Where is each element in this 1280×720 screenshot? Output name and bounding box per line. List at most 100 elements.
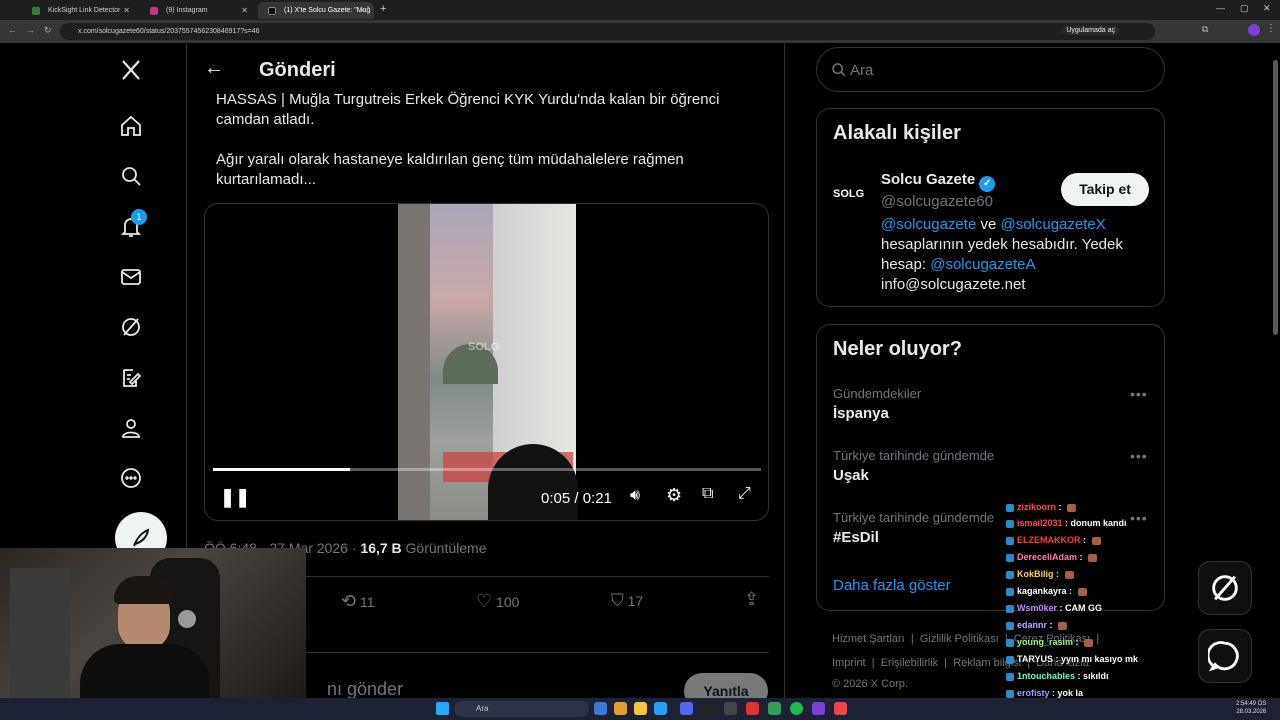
- user-handle[interactable]: @solcugazete60: [881, 193, 993, 210]
- menu-icon[interactable]: ⋮: [1266, 23, 1276, 34]
- search-input[interactable]: Ara: [850, 62, 873, 79]
- taskbar-spotify-icon[interactable]: [790, 702, 803, 715]
- close-icon[interactable]: ✕: [359, 6, 366, 15]
- video-player[interactable]: SOLG ❚❚ 0:05 / 0:21 🔊︎ ⚙ ⧉ ⤢: [204, 203, 769, 521]
- follow-button[interactable]: Takip et: [1061, 173, 1149, 206]
- footer-terms-link[interactable]: Hizmet Şartları: [832, 633, 905, 645]
- chat-username[interactable]: 1ntouchables: [1017, 671, 1075, 681]
- window-close-icon[interactable]: ✕: [1263, 3, 1271, 14]
- trend-item[interactable]: Türkiye tarihinde gündemde #EsDil: [833, 510, 994, 546]
- tab-favicon: [32, 7, 40, 15]
- grok-icon[interactable]: [118, 314, 144, 340]
- trend-item[interactable]: Türkiye tarihinde gündemde Uşak: [833, 448, 994, 484]
- close-icon[interactable]: ✕: [241, 6, 248, 15]
- explore-search-icon[interactable]: [118, 163, 144, 189]
- taskbar-clock[interactable]: 2:54:49 ÖS 28.03.2026: [1236, 700, 1266, 716]
- notification-count-badge: 1: [131, 209, 147, 225]
- close-icon[interactable]: ✕: [123, 6, 130, 15]
- share-icon[interactable]: ⇪: [744, 589, 759, 610]
- footer-privacy-link[interactable]: Gizlilik Politikası: [920, 633, 999, 645]
- bio-mention-link[interactable]: @solcugazeteX: [1000, 216, 1105, 233]
- taskbar-app-icon[interactable]: [594, 702, 607, 715]
- minimize-icon[interactable]: —: [1216, 3, 1225, 13]
- chat-message: erofisty : yok la: [1006, 688, 1083, 698]
- chat-username[interactable]: erofisty: [1017, 688, 1050, 698]
- picture-in-picture-icon[interactable]: ⧉: [702, 485, 713, 503]
- chat-username[interactable]: ismail2031: [1017, 518, 1063, 528]
- chat-username[interactable]: edannr: [1017, 620, 1047, 630]
- forward-icon[interactable]: →: [26, 25, 35, 35]
- taskbar-app-icon[interactable]: [768, 702, 781, 715]
- new-tab-icon[interactable]: +: [380, 3, 386, 15]
- search-icon: [832, 63, 846, 77]
- user-display-name[interactable]: Solcu Gazete ✓: [881, 171, 996, 192]
- chat-username[interactable]: zizikoorn: [1017, 502, 1056, 512]
- tab-kicksight[interactable]: KickSight Link Detector ✕: [22, 2, 138, 19]
- taskbar-app-icon[interactable]: [812, 702, 825, 715]
- bookmark-button[interactable]: ⛉ 17: [611, 591, 643, 611]
- windows-start-icon[interactable]: [436, 702, 449, 715]
- repost-button[interactable]: ⟲ 11: [341, 591, 375, 612]
- chat-username[interactable]: KokBilig: [1017, 569, 1054, 579]
- bio-mention-link[interactable]: @solcugazete: [881, 216, 976, 233]
- profile-avatar[interactable]: [1248, 24, 1260, 36]
- taskbar-app-icon[interactable]: [614, 702, 627, 715]
- related-people-card: Alakalı kişiler SOLG Solcu Gazete ✓ @sol…: [816, 108, 1165, 307]
- reply-input[interactable]: nı gönder: [327, 679, 403, 700]
- bookmark-icon: ⛉: [611, 591, 624, 610]
- reload-icon[interactable]: ↻: [44, 25, 52, 36]
- taskbar-app-icon[interactable]: [834, 702, 847, 715]
- video-progress-track[interactable]: [213, 468, 761, 471]
- taskbar-app-icon[interactable]: [746, 702, 759, 715]
- maximize-icon[interactable]: ▢: [1240, 3, 1249, 14]
- more-dots-icon[interactable]: •••: [1130, 386, 1148, 402]
- messages-float-button[interactable]: [1198, 629, 1252, 683]
- chat-username[interactable]: DereceliAdam: [1017, 552, 1077, 562]
- chat-separator: :: [1075, 671, 1084, 681]
- grok-float-button[interactable]: [1198, 561, 1252, 615]
- tab-x-post[interactable]: (1) X'te Solcu Gazete: "Muğ ✕: [258, 2, 374, 19]
- url-text[interactable]: x.com/solcugazete60/status/2037557456230…: [78, 28, 260, 35]
- taskbar-app-icon[interactable]: [702, 702, 715, 715]
- taskbar-app-icon[interactable]: [724, 702, 737, 715]
- chat-username[interactable]: TARYUS: [1017, 654, 1053, 664]
- scrollbar-thumb[interactable]: [1273, 60, 1278, 335]
- chat-username[interactable]: kagankayra: [1017, 586, 1067, 596]
- taskbar-search[interactable]: Ara: [454, 701, 589, 717]
- messages-mail-icon[interactable]: [118, 264, 144, 290]
- search-box[interactable]: Ara: [816, 47, 1165, 92]
- show-more-link[interactable]: Daha fazla göster: [833, 577, 951, 594]
- more-dots-icon[interactable]: •••: [1130, 510, 1148, 526]
- x-logo-icon[interactable]: [118, 57, 144, 83]
- chat-username[interactable]: Wsm0ker: [1017, 603, 1057, 613]
- pause-icon[interactable]: ❚❚: [220, 487, 250, 508]
- avatar[interactable]: SOLG: [833, 174, 873, 214]
- trend-item[interactable]: Gündemdekiler İspanya: [833, 386, 921, 422]
- like-button[interactable]: ♡ 100: [476, 591, 519, 612]
- settings-gear-icon[interactable]: ⚙: [666, 485, 682, 506]
- user-name[interactable]: Solcu Gazete: [881, 171, 975, 188]
- bio-mention-link[interactable]: @solcugazeteA: [930, 256, 1035, 273]
- address-bar[interactable]: x.com/solcugazete60/status/2037557456230…: [60, 23, 1155, 40]
- footer-accessibility-link[interactable]: Erişilebilirlik: [881, 657, 938, 669]
- chat-username[interactable]: young_rasim: [1017, 637, 1073, 647]
- compose-notes-icon[interactable]: [118, 365, 144, 391]
- profile-person-icon[interactable]: [118, 415, 144, 441]
- more-options-icon[interactable]: [118, 465, 144, 491]
- more-dots-icon[interactable]: •••: [1130, 448, 1148, 464]
- back-icon[interactable]: ←: [8, 25, 17, 35]
- volume-icon[interactable]: 🔊︎: [630, 487, 640, 505]
- chat-username[interactable]: ELZEMAKKOR: [1017, 535, 1081, 545]
- chat-separator: :: [1077, 552, 1086, 562]
- footer-imprint-link[interactable]: Imprint: [832, 657, 866, 669]
- open-in-app-button[interactable]: Uygulamada aç: [1062, 26, 1119, 35]
- taskbar-app-icon[interactable]: [654, 702, 667, 715]
- home-icon[interactable]: [118, 113, 144, 139]
- extensions-icon[interactable]: ⧉: [1202, 24, 1208, 35]
- back-arrow-icon[interactable]: ←: [204, 57, 224, 80]
- tab-instagram[interactable]: (9) Instagram ✕: [140, 2, 256, 19]
- taskbar-folder-icon[interactable]: [634, 702, 647, 715]
- chat-text: yok la: [1057, 688, 1084, 698]
- taskbar-discord-icon[interactable]: [680, 702, 693, 715]
- fullscreen-icon[interactable]: ⤢: [738, 485, 751, 503]
